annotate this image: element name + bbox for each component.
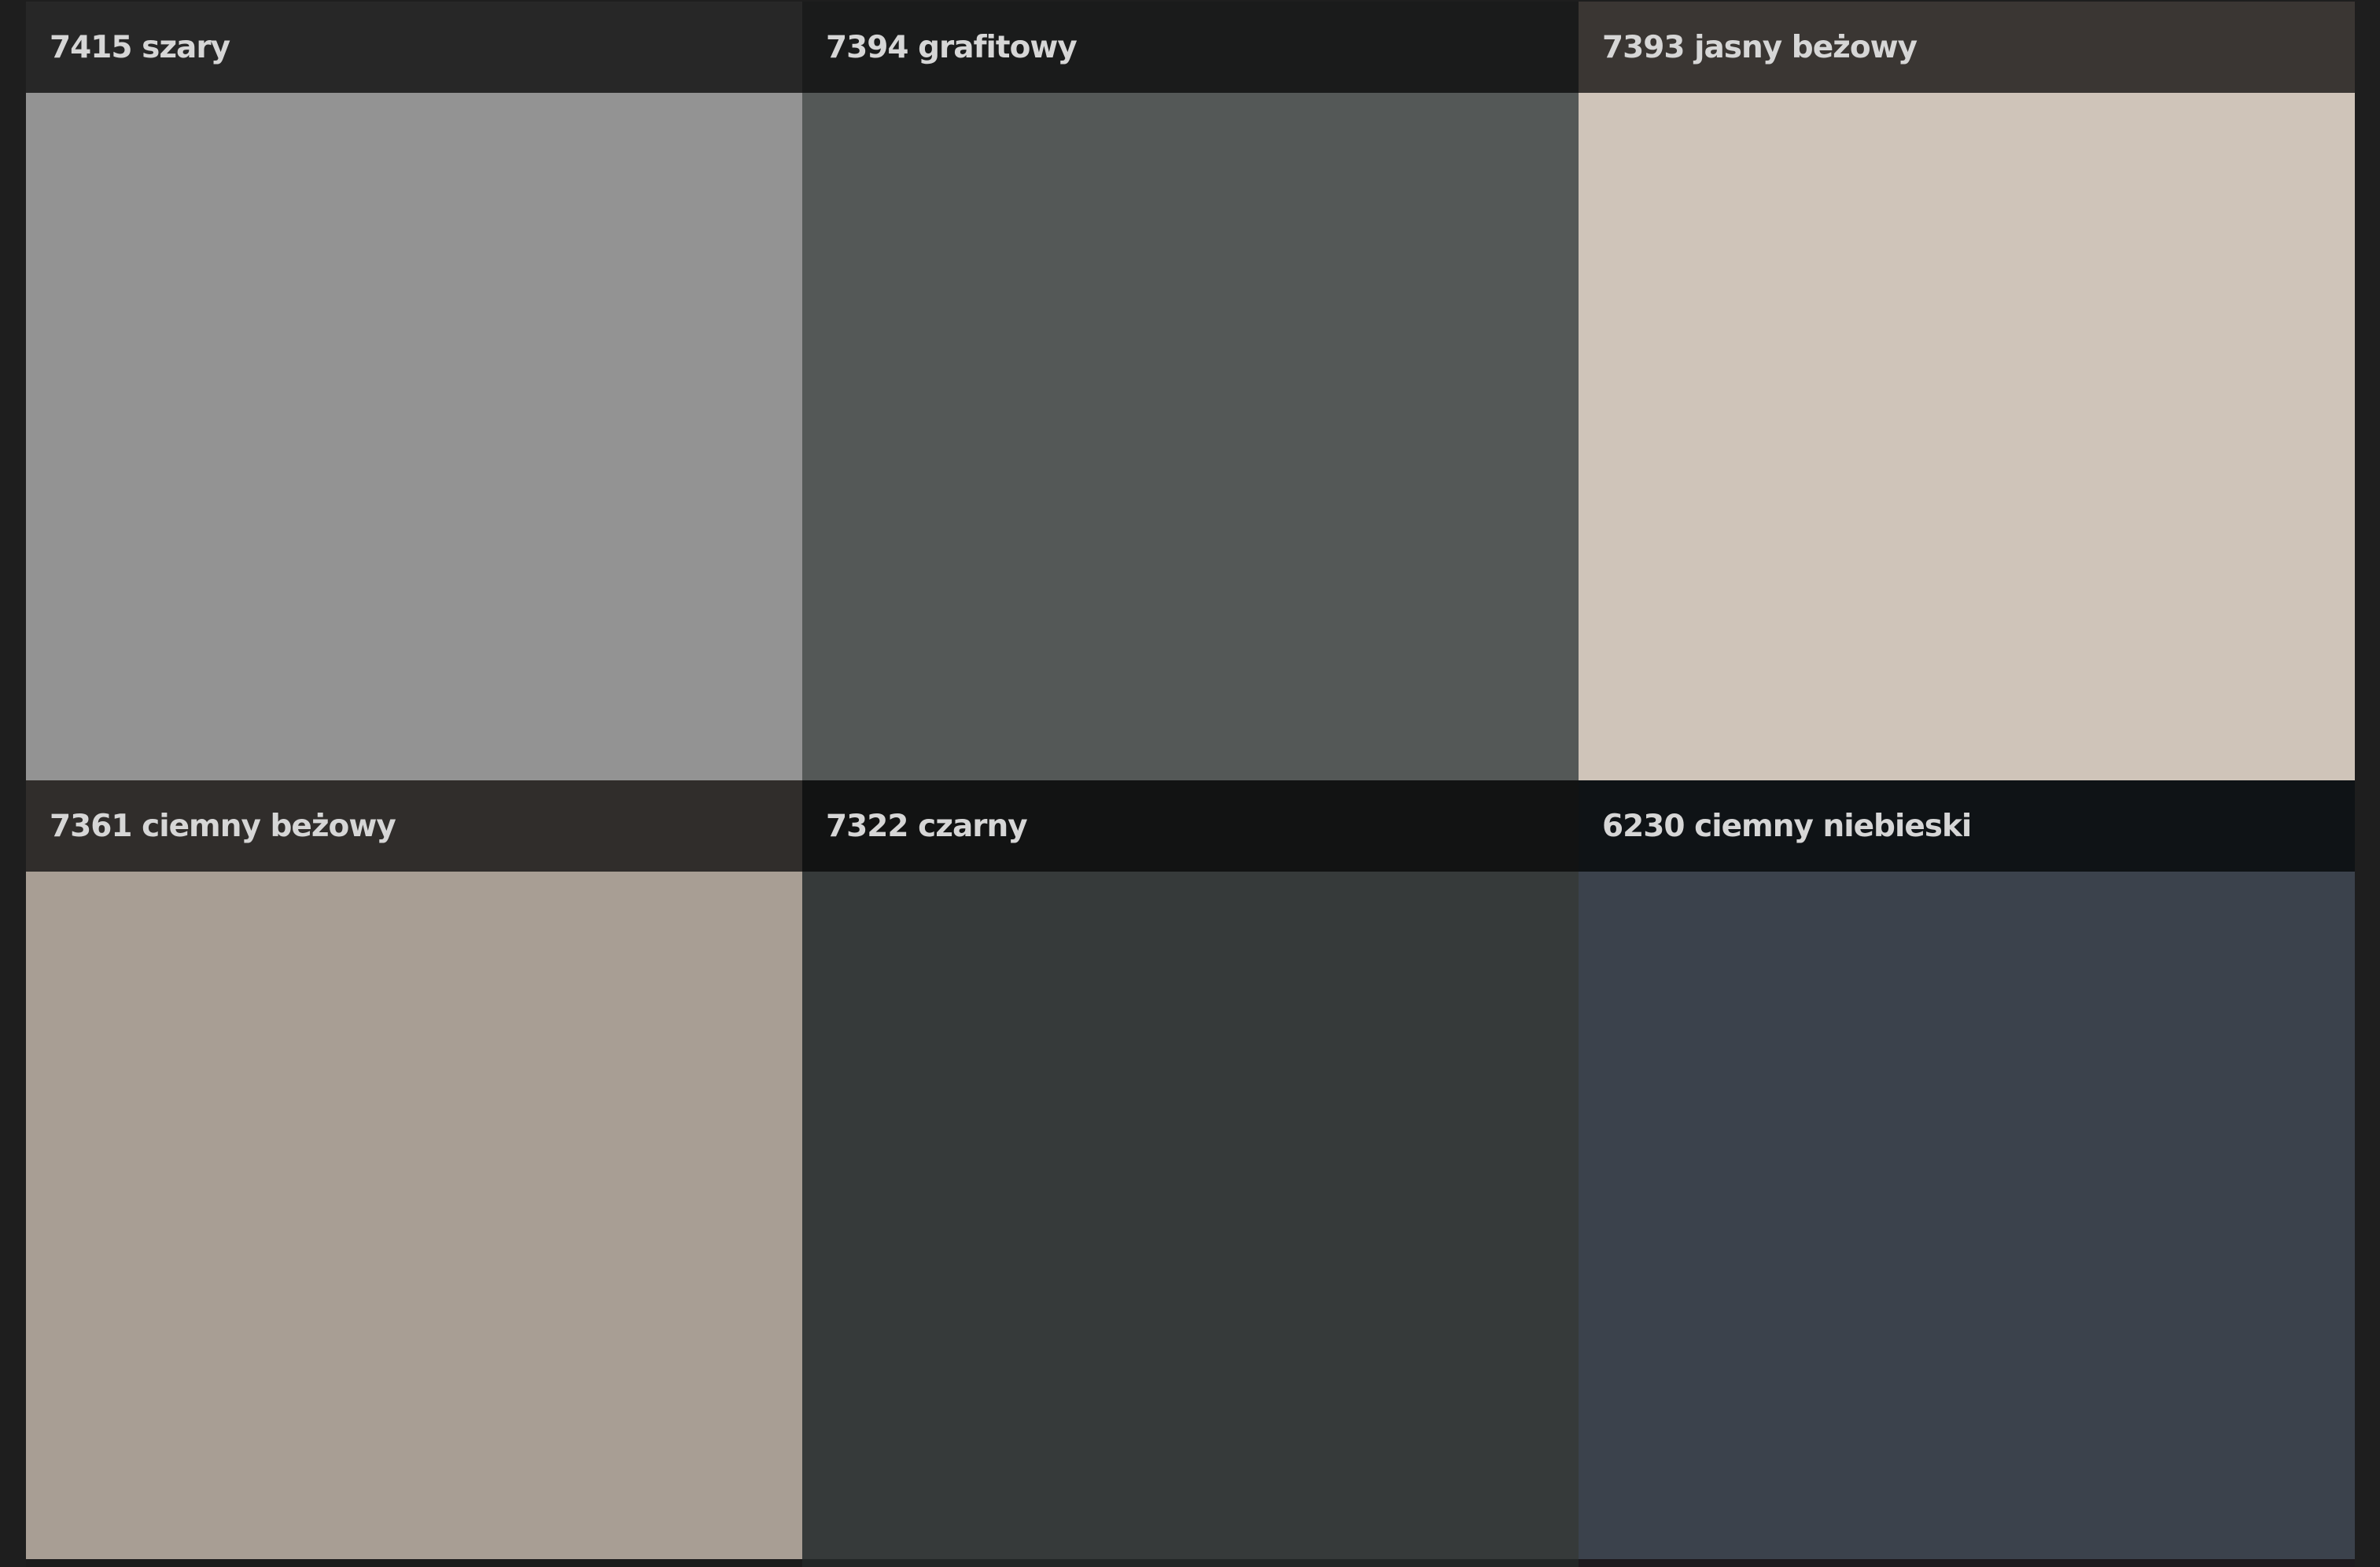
swatch-header: 7361 ciemny beżowy [26, 780, 802, 872]
color-swatch[interactable] [1579, 872, 2355, 1559]
swatch-header: 6230 ciemny niebieski [1579, 780, 2355, 872]
swatch-grid: 7415 szary 7394 grafitowy 7393 jasny beż… [26, 2, 2355, 1559]
next-row-partial [26, 1559, 2355, 1567]
swatch-header: 7393 jasny beżowy [1579, 2, 2355, 93]
swatch-card[interactable]: 7415 szary [26, 2, 802, 780]
swatch-card[interactable]: 7393 jasny beżowy [1579, 2, 2355, 780]
color-swatch[interactable] [26, 872, 802, 1559]
swatch-label: 7393 jasny beżowy [1602, 29, 1918, 65]
swatch-card[interactable]: 6230 ciemny niebieski [1579, 780, 2355, 1559]
swatch-label: 7322 czarny [826, 808, 1028, 844]
swatch-label: 7394 grafitowy [826, 29, 1078, 65]
swatch-header: 7322 czarny [802, 780, 1579, 872]
swatch-header: 7415 szary [26, 2, 802, 93]
swatch-card[interactable]: 7322 czarny [802, 780, 1579, 1559]
partial-card [26, 1559, 802, 1567]
color-swatch[interactable] [802, 872, 1579, 1559]
swatch-label: 6230 ciemny niebieski [1602, 808, 1972, 844]
swatch-label: 7415 szary [50, 29, 230, 65]
color-swatch[interactable] [26, 93, 802, 780]
partial-card [802, 1559, 1579, 1567]
color-swatch[interactable] [1579, 93, 2355, 780]
swatch-card[interactable]: 7394 grafitowy [802, 2, 1579, 780]
page: 7415 szary 7394 grafitowy 7393 jasny beż… [0, 0, 2380, 1567]
swatch-header: 7394 grafitowy [802, 2, 1579, 93]
swatch-label: 7361 ciemny beżowy [50, 808, 396, 844]
color-swatch[interactable] [802, 93, 1579, 780]
partial-card [1579, 1559, 2355, 1567]
swatch-card[interactable]: 7361 ciemny beżowy [26, 780, 802, 1559]
